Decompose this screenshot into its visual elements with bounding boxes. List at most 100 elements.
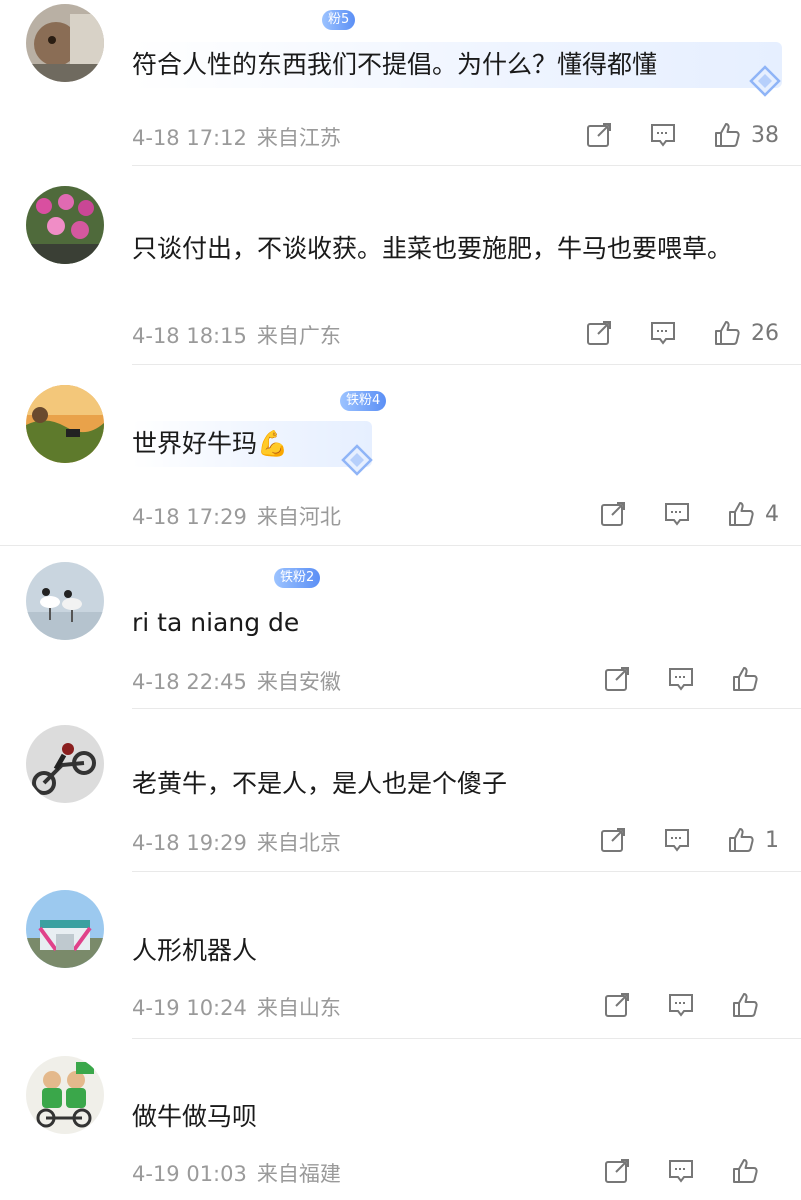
comment-text: 世界好牛玛💪 [132,421,372,467]
like-icon [729,828,754,852]
share-icon [605,667,629,691]
fan-badge: 铁粉2 [274,568,321,588]
reply-button[interactable] [667,1157,695,1185]
comment-text: 做牛做马呗 [132,1102,258,1131]
like-count: 1 [765,827,779,853]
reply-button[interactable] [667,991,695,1019]
comment-list: 粉5 符合人性的东西我们不提倡。为什么？懂得都懂 4-18 17:12 来自江苏 … [0,0,801,1200]
comment-meta: 4-18 17:29 来自河北 [132,501,351,531]
share-button[interactable] [599,500,627,528]
share-button[interactable] [603,665,631,693]
reply-icon [651,322,675,345]
username[interactable] [132,190,332,212]
like-button[interactable] [731,1157,779,1185]
comment-text: 只谈付出，不谈收获。韭菜也要施肥，牛马也要喂草。 [132,234,733,263]
comment-date: 4-18 17:12 [132,126,247,150]
share-icon [587,321,611,345]
comment-date: 4-19 01:03 [132,1162,247,1186]
user-avatar[interactable] [26,890,104,968]
comment-actions: 4 [599,499,779,529]
comment-actions: 38 [585,120,779,150]
share-icon [601,502,625,526]
comment-location: 来自广东 [256,324,341,348]
comment-text: 人形机器人 [132,936,258,965]
reply-icon [669,1160,693,1183]
divider [132,871,801,872]
divider [0,545,801,546]
comment-location: 来自安徽 [256,670,341,694]
reply-button[interactable] [649,121,677,149]
divider [132,708,801,709]
comment-actions [603,664,779,694]
reply-icon [665,829,689,852]
like-icon [715,321,740,345]
username[interactable] [132,564,262,586]
like-button[interactable]: 26 [713,319,779,347]
user-avatar[interactable] [26,4,104,82]
user-avatar[interactable] [26,385,104,463]
diamond-badge-icon [341,444,373,476]
comment-date: 4-18 17:29 [132,505,247,529]
user-avatar[interactable] [26,1056,104,1134]
divider [132,1038,801,1039]
comment-actions [603,990,779,1020]
reply-button[interactable] [663,826,691,854]
like-button[interactable] [731,991,779,1019]
comment-date: 4-19 10:24 [132,996,247,1020]
like-count: 4 [765,501,779,527]
fan-badge: 铁粉4 [340,391,387,411]
comment-meta: 4-18 22:45 来自安徽 [132,666,351,696]
username[interactable] [132,6,312,28]
comment-meta: 4-18 18:15 来自广东 [132,320,351,350]
comment-text: ri ta niang de [132,608,300,637]
like-icon [715,123,740,147]
like-button[interactable] [731,665,779,693]
comment-meta: 4-19 10:24 来自山东 [132,992,351,1022]
comment-date: 4-18 18:15 [132,324,247,348]
reply-button[interactable] [663,500,691,528]
comment-text: 符合人性的东西我们不提倡。为什么？懂得都懂 [132,42,782,88]
like-icon [733,1159,758,1183]
share-icon [587,123,611,147]
share-button[interactable] [585,319,613,347]
comment-actions: 1 [599,825,779,855]
user-avatar[interactable] [26,725,104,803]
reply-button[interactable] [667,665,695,693]
like-button[interactable]: 1 [727,826,779,854]
share-icon [601,828,625,852]
comment-meta: 4-18 19:29 来自北京 [132,827,351,857]
comment-meta: 4-18 17:12 来自江苏 [132,122,351,152]
share-icon [605,993,629,1017]
share-button[interactable] [603,1157,631,1185]
like-count: 38 [751,122,779,148]
comment-location: 来自北京 [256,831,341,855]
share-button[interactable] [599,826,627,854]
share-icon [605,1159,629,1183]
reply-icon [669,994,693,1017]
comment-date: 4-18 22:45 [132,670,247,694]
share-button[interactable] [603,991,631,1019]
share-button[interactable] [585,121,613,149]
like-button[interactable]: 38 [713,121,779,149]
comment-actions: 26 [585,318,779,348]
username[interactable] [132,733,172,755]
user-avatar[interactable] [26,562,104,640]
fan-badge: 粉5 [322,10,356,30]
like-button[interactable]: 4 [727,500,779,528]
username[interactable] [132,391,332,413]
comment-location: 来自山东 [256,996,341,1020]
reply-icon [665,503,689,526]
divider [132,165,801,166]
comment-date: 4-18 19:29 [132,831,247,855]
like-icon [729,502,754,526]
comment-location: 来自江苏 [256,126,341,150]
comment-actions [603,1156,779,1186]
user-avatar[interactable] [26,186,104,264]
like-icon [733,667,758,691]
divider [132,364,801,365]
reply-icon [651,124,675,147]
reply-button[interactable] [649,319,677,347]
comment-text: 老黄牛，不是人，是人也是个傻子 [132,769,508,798]
like-count: 26 [751,320,779,346]
like-icon [733,993,758,1017]
